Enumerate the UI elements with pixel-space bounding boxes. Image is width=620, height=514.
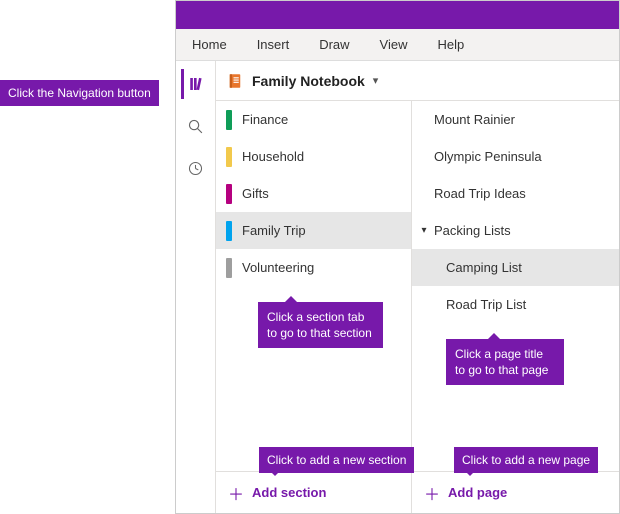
recent-button[interactable]	[181, 153, 211, 183]
menu-draw[interactable]: Draw	[319, 37, 349, 52]
notebook-icon	[226, 72, 244, 90]
chevron-down-icon: ▾	[418, 225, 430, 236]
page-row[interactable]: Olympic Peninsula	[412, 138, 619, 175]
add-section-button[interactable]: ＋ Add section	[216, 471, 411, 513]
page-row[interactable]: ▾ Packing Lists	[412, 212, 619, 249]
section-label: Finance	[242, 112, 288, 127]
page-row[interactable]: Mount Rainier	[412, 101, 619, 138]
menu-view[interactable]: View	[380, 37, 408, 52]
callout-section: Click a section tab to go to that sectio…	[258, 302, 383, 348]
plus-icon: ＋	[424, 481, 440, 505]
app-window: Home Insert Draw View Help	[175, 0, 620, 514]
search-button[interactable]	[181, 111, 211, 141]
plus-icon: ＋	[228, 481, 244, 505]
page-row[interactable]: Camping List	[412, 249, 619, 286]
search-icon	[187, 118, 204, 135]
section-label: Family Trip	[242, 223, 306, 238]
navigation-button[interactable]	[181, 69, 211, 99]
section-color-tab	[226, 184, 232, 204]
section-row[interactable]: Gifts	[216, 175, 411, 212]
menu-insert[interactable]: Insert	[257, 37, 290, 52]
sections-list: Finance Household Gifts Family Trip Voluntee…	[216, 101, 411, 471]
section-color-tab	[226, 258, 232, 278]
page-label: Camping List	[446, 260, 522, 275]
section-row[interactable]: Household	[216, 138, 411, 175]
section-label: Household	[242, 149, 304, 164]
callout-section-text: Click a section tab to go to that sectio…	[267, 310, 372, 340]
section-color-tab	[226, 221, 232, 241]
callout-page-text: Click a page title to go to that page	[455, 347, 548, 377]
page-label: Road Trip List	[446, 297, 526, 312]
callout-navigation: Click the Navigation button	[0, 80, 159, 106]
callout-new-page-text: Click to add a new page	[462, 453, 590, 467]
page-label: Mount Rainier	[434, 112, 515, 127]
page-label: Road Trip Ideas	[434, 186, 526, 201]
add-page-label: Add page	[448, 485, 507, 500]
page-label: Olympic Peninsula	[434, 149, 542, 164]
section-color-tab	[226, 110, 232, 130]
section-row[interactable]: Family Trip	[216, 212, 411, 249]
callout-new-section: Click to add a new section	[259, 447, 414, 473]
pages-list: Mount Rainier Olympic Peninsula Road Trip …	[412, 101, 619, 471]
section-row[interactable]: Finance	[216, 101, 411, 138]
callout-page: Click a page title to go to that page	[446, 339, 564, 385]
callout-navigation-text: Click the Navigation button	[8, 86, 151, 100]
add-section-label: Add section	[252, 485, 326, 500]
page-row[interactable]: Road Trip Ideas	[412, 175, 619, 212]
section-row[interactable]: Volunteering	[216, 249, 411, 286]
callout-new-page: Click to add a new page	[454, 447, 598, 473]
app-body: Family Notebook ▾ FinanceHouseholdGiftsF…	[176, 61, 619, 513]
menu-help[interactable]: Help	[438, 37, 465, 52]
books-icon	[188, 75, 206, 93]
title-bar	[176, 1, 619, 29]
section-color-tab	[226, 147, 232, 167]
left-rail	[176, 61, 216, 513]
notebook-header[interactable]: Family Notebook ▾	[216, 61, 619, 101]
menu-home[interactable]: Home	[192, 37, 227, 52]
add-page-button[interactable]: ＋ Add page	[412, 471, 619, 513]
section-label: Gifts	[242, 186, 269, 201]
menu-bar: Home Insert Draw View Help	[176, 29, 619, 61]
page-label: Packing Lists	[434, 223, 511, 238]
section-label: Volunteering	[242, 260, 314, 275]
callout-new-section-text: Click to add a new section	[267, 453, 406, 467]
clock-icon	[187, 160, 204, 177]
notebook-title: Family Notebook	[252, 73, 365, 89]
page-row[interactable]: Road Trip List	[412, 286, 619, 323]
navigation-panel: Family Notebook ▾ FinanceHouseholdGiftsF…	[216, 61, 619, 513]
chevron-down-icon: ▾	[373, 74, 379, 87]
